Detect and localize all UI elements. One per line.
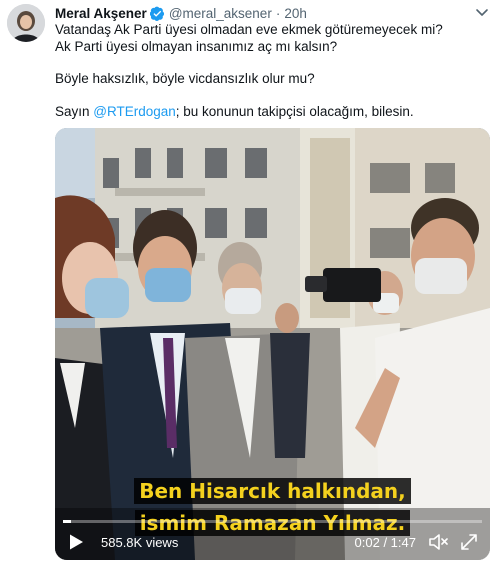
volume-muted-icon[interactable] bbox=[428, 533, 448, 551]
avatar[interactable] bbox=[7, 4, 45, 42]
tweet-line-3: Böyle haksızlık, böyle vicdansızlık olur… bbox=[55, 71, 315, 86]
video-player[interactable]: Ben Hisarcık halkından, ismim Ramazan Yı… bbox=[55, 128, 490, 560]
header-separator: · bbox=[275, 5, 281, 21]
tweet: Meral Akşener @meral_aksener · 20h Vatan… bbox=[0, 0, 500, 563]
progress-fill bbox=[63, 520, 72, 523]
subtitle-text-1: Ben Hisarcık halkından, bbox=[134, 478, 411, 504]
control-row: 585.8K views 0:02 / 1:47 bbox=[55, 526, 490, 558]
tweet-header: Meral Akşener @meral_aksener · 20h bbox=[55, 4, 307, 22]
tweet-line-4: Sayın @RTErdogan; bu konunun takipçisi o… bbox=[55, 104, 490, 121]
author-handle[interactable]: @meral_aksener bbox=[169, 6, 272, 21]
author-name[interactable]: Meral Akşener bbox=[55, 6, 147, 21]
line-4-prefix: Sayın bbox=[55, 103, 94, 119]
tweet-text: Vatandaş Ak Parti üyesi olmadan eve ekme… bbox=[55, 22, 490, 120]
subtitle-line-1: Ben Hisarcık halkından, bbox=[55, 478, 490, 504]
avatar-image bbox=[7, 4, 45, 42]
play-icon[interactable] bbox=[67, 533, 85, 551]
mention-link[interactable]: @RTErdogan bbox=[93, 104, 176, 119]
tweet-time[interactable]: 20h bbox=[284, 6, 307, 21]
progress-bar[interactable] bbox=[63, 520, 482, 523]
fullscreen-icon[interactable] bbox=[460, 533, 478, 551]
line-4-suffix: ; bu konunun takipçisi olacağım, bilesin… bbox=[175, 103, 414, 119]
tweet-line-2: Ak Parti üyesi olmayan insanımız aç mı k… bbox=[55, 38, 338, 54]
chevron-down-icon[interactable] bbox=[474, 4, 490, 20]
time-display: 0:02 / 1:47 bbox=[354, 534, 416, 550]
verified-badge-icon bbox=[149, 6, 165, 21]
view-count: 585.8K views bbox=[101, 534, 179, 550]
tweet-line-1: Vatandaş Ak Parti üyesi olmadan eve ekme… bbox=[55, 22, 443, 37]
video-controls: 585.8K views 0:02 / 1:47 bbox=[55, 520, 490, 560]
